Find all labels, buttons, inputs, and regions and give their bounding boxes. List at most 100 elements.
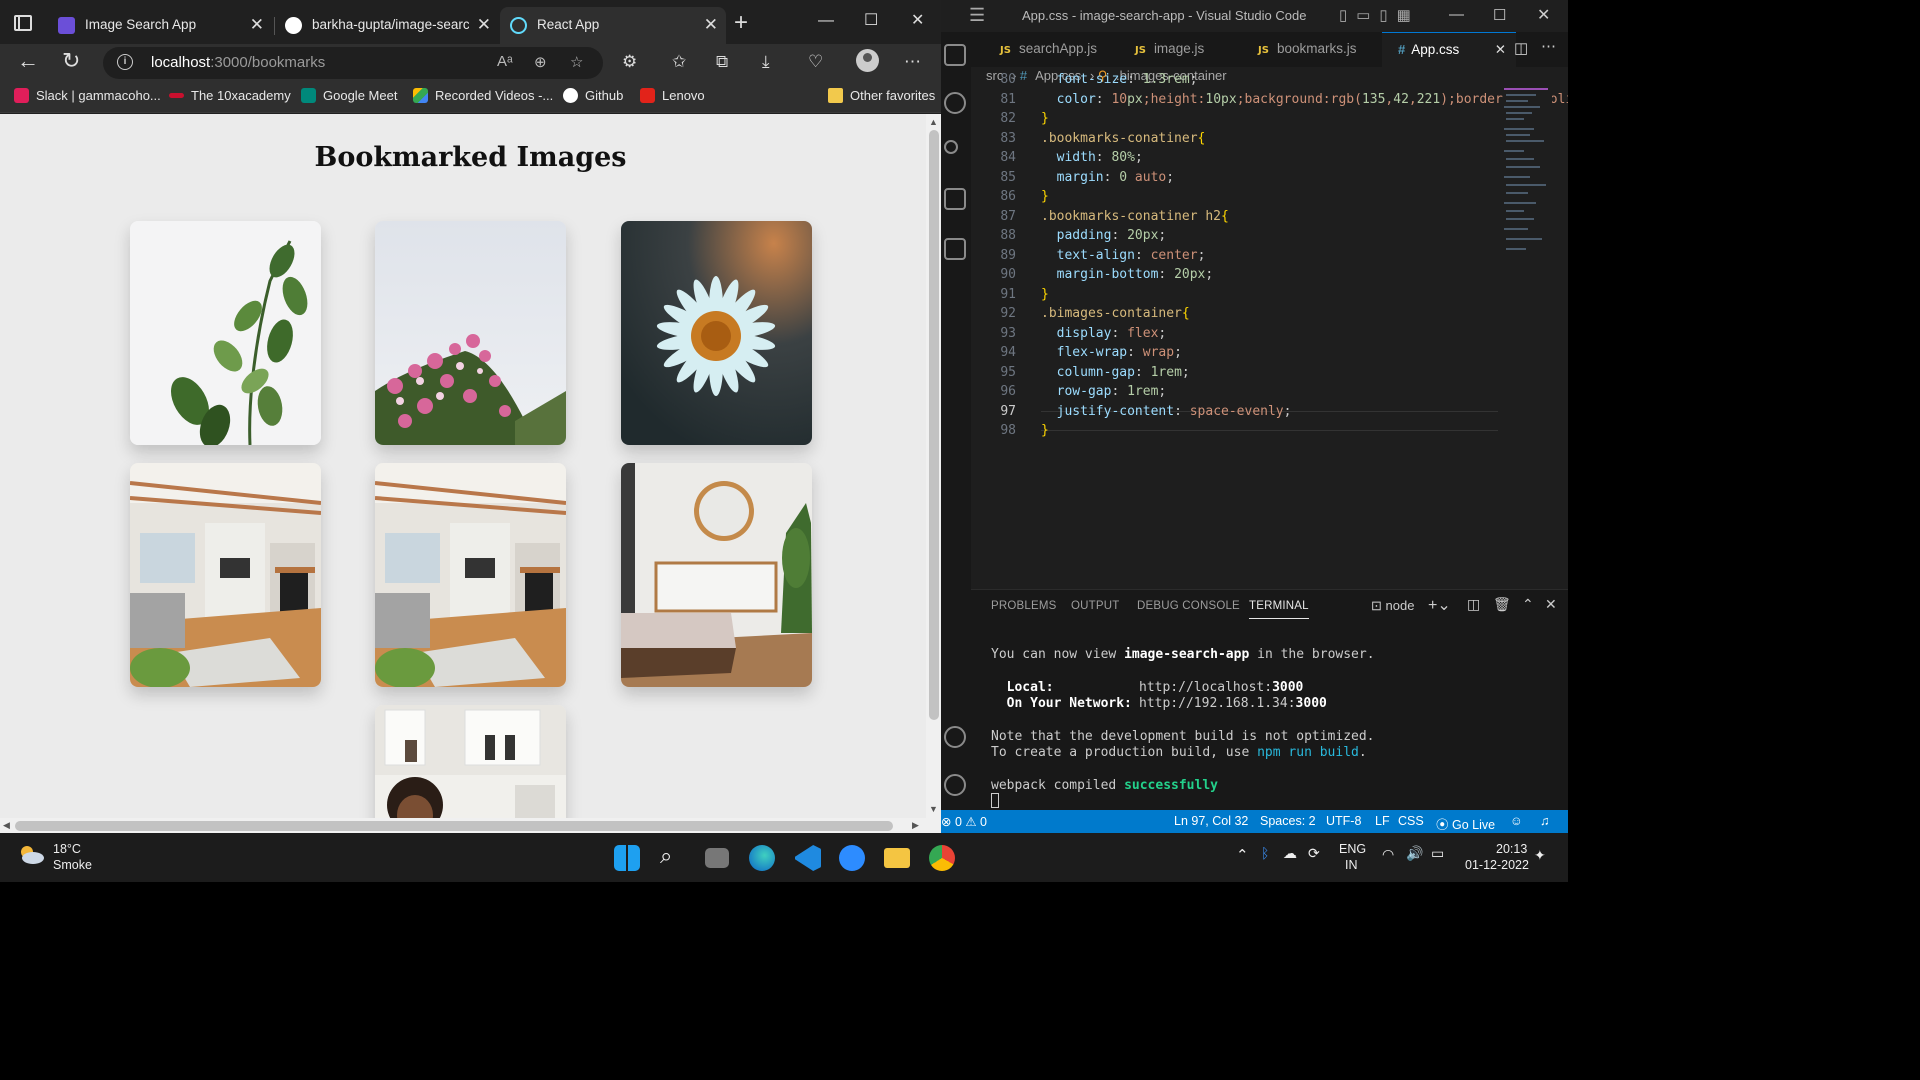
zoom-icon[interactable]: ⊕	[534, 53, 547, 71]
bookmark-image-card[interactable]	[621, 221, 812, 445]
start-windows-icon[interactable]	[614, 845, 640, 871]
indentation-status[interactable]: Spaces: 2	[1260, 814, 1316, 828]
tab-output[interactable]: OUTPUT	[1071, 600, 1119, 612]
split-editor-icon[interactable]: ◫	[1514, 39, 1528, 57]
browser-tab-github[interactable]: barkha-gupta/image-search- ✕	[275, 7, 499, 44]
eol-status[interactable]: LF	[1375, 814, 1390, 828]
scroll-down-icon[interactable]: ▼	[929, 804, 938, 814]
layout-icons[interactable]: ▯▭▯▦	[1339, 6, 1420, 24]
run-debug-icon[interactable]	[944, 188, 966, 210]
vertical-scrollbar[interactable]: ▲ ▼	[926, 114, 941, 818]
bookmark-image-card[interactable]	[130, 221, 321, 445]
favorite-lenovo[interactable]: Lenovo	[640, 88, 705, 103]
tab-actions-icon[interactable]	[14, 15, 32, 31]
scroll-right-icon[interactable]: ▶	[912, 820, 919, 831]
tab-image-js[interactable]: JS image.js	[1135, 32, 1204, 67]
refresh-icon[interactable]: ↻	[62, 47, 80, 75]
volume-icon[interactable]: 🔊	[1406, 845, 1423, 862]
scroll-thumb[interactable]	[15, 821, 893, 831]
bookmark-image-card[interactable]	[375, 705, 566, 818]
weather-condition[interactable]: Smoke	[53, 858, 92, 872]
profile-avatar[interactable]	[856, 49, 879, 72]
encoding-status[interactable]: UTF-8	[1326, 814, 1361, 828]
clock-time[interactable]: 20:13	[1496, 842, 1527, 856]
wifi-icon[interactable]: ◠	[1382, 846, 1394, 863]
close-tab-icon[interactable]: ✕	[704, 7, 718, 43]
show-hidden-icons[interactable]: ⌃	[1236, 846, 1249, 864]
menu-icon[interactable]: ☰	[969, 5, 985, 26]
close-tab-icon[interactable]: ✕	[477, 7, 491, 43]
minimap[interactable]	[1504, 88, 1552, 258]
accounts-icon[interactable]	[944, 726, 966, 748]
bluetooth-icon[interactable]: ᛒ	[1261, 845, 1269, 861]
close-tab-icon[interactable]: ✕	[1495, 33, 1506, 67]
search-icon[interactable]	[944, 92, 966, 114]
tab-app-css[interactable]: # App.css ✕	[1382, 32, 1516, 67]
downloads-icon[interactable]: ⤓	[762, 52, 770, 72]
clock-date[interactable]: 01-12-2022	[1465, 858, 1529, 872]
scroll-thumb[interactable]	[929, 130, 939, 720]
maximize-panel-icon[interactable]: ⌃	[1522, 596, 1534, 613]
more-options-icon[interactable]: ⋯	[904, 52, 921, 72]
cursor-position[interactable]: Ln 97, Col 32	[1174, 814, 1248, 828]
bookmark-image-card[interactable]	[130, 463, 321, 687]
close-window-icon[interactable]: ✕	[911, 7, 924, 35]
feedback-icon[interactable]: ☺	[1510, 814, 1523, 828]
chrome-icon[interactable]	[929, 845, 955, 871]
read-aloud-icon[interactable]: Aᵃ	[497, 53, 513, 70]
horizontal-scrollbar[interactable]: ◀ ▶	[0, 818, 941, 833]
vscode-taskbar-icon[interactable]	[795, 845, 821, 871]
add-favorite-icon[interactable]: ☆	[570, 53, 583, 71]
bookmark-image-card[interactable]	[621, 463, 812, 687]
tab-bookmarks-js[interactable]: JS bookmarks.js	[1258, 32, 1356, 67]
go-live-button[interactable]: ⦿ Go Live	[1436, 814, 1495, 833]
browser-essentials-icon[interactable]: ♡	[808, 52, 823, 72]
zoom-icon[interactable]	[839, 845, 865, 871]
language-indicator[interactable]: ENG	[1339, 842, 1366, 856]
new-tab-button[interactable]: +	[734, 9, 748, 37]
new-terminal-icon[interactable]: +⌄	[1428, 595, 1451, 615]
scroll-left-icon[interactable]: ◀	[3, 820, 10, 831]
favorites-icon[interactable]: ✩	[672, 52, 686, 72]
task-view-icon[interactable]	[705, 848, 729, 868]
bookmark-image-card[interactable]	[375, 463, 566, 687]
terminal-url[interactable]: http://192.168.1.34:	[1139, 696, 1296, 711]
tab-searchapp-js[interactable]: JS searchApp.js	[1000, 32, 1097, 67]
site-info-icon[interactable]: i	[117, 54, 133, 70]
browser-tab-react-app[interactable]: React App ✕	[500, 7, 726, 44]
maximize-icon[interactable]: ☐	[1493, 6, 1506, 24]
bookmark-image-card[interactable]	[375, 221, 566, 445]
minimize-icon[interactable]: —	[818, 7, 834, 35]
region-indicator[interactable]: IN	[1345, 858, 1358, 872]
tab-debug-console[interactable]: DEBUG CONSOLE	[1137, 600, 1240, 612]
tab-problems[interactable]: PROBLEMS	[991, 600, 1057, 612]
language-mode[interactable]: CSS	[1398, 814, 1424, 828]
trash-icon[interactable]: 🗑	[1493, 596, 1511, 613]
collections-icon[interactable]: ⧉	[716, 52, 728, 72]
code-editor[interactable]: font-size: 1.3rem; color: 10px;height:10…	[1041, 72, 1568, 589]
problems-status[interactable]: ⊗ 0 ⚠ 0	[941, 814, 987, 829]
edge-browser-icon[interactable]	[749, 845, 775, 871]
source-control-icon[interactable]	[944, 140, 958, 154]
weather-temperature[interactable]: 18°C	[53, 842, 81, 856]
notifications-bell-icon[interactable]: ♫	[1540, 814, 1549, 828]
close-tab-icon[interactable]: ✕	[250, 7, 264, 43]
settings-gear-icon[interactable]	[944, 774, 966, 796]
split-terminal-icon[interactable]: ◫	[1467, 596, 1480, 613]
browser-tab-image-search[interactable]: Image Search App ✕	[48, 7, 272, 44]
minimize-icon[interactable]: —	[1449, 6, 1464, 23]
back-icon[interactable]: ←	[17, 47, 39, 75]
notification-icon[interactable]: ✦	[1534, 847, 1546, 864]
favorite-10xacademy[interactable]: The 10xacademy	[169, 88, 291, 103]
sync-icon[interactable]: ⟳	[1308, 845, 1320, 862]
favorite-google-meet[interactable]: Google Meet	[301, 88, 397, 103]
search-icon[interactable]: ⌕	[660, 843, 672, 869]
extensions-icon[interactable]	[944, 238, 966, 260]
extensions-icon[interactable]: ⚙	[622, 52, 637, 72]
terminal-url[interactable]: http://localhost:	[1139, 680, 1272, 695]
other-favorites[interactable]: Other favorites	[828, 88, 935, 103]
battery-icon[interactable]: ▭	[1431, 845, 1444, 862]
favorite-slack[interactable]: Slack | gammacoho...	[14, 88, 161, 103]
favorite-recorded-videos[interactable]: Recorded Videos -...	[413, 88, 553, 103]
close-panel-icon[interactable]: ✕	[1545, 596, 1557, 613]
